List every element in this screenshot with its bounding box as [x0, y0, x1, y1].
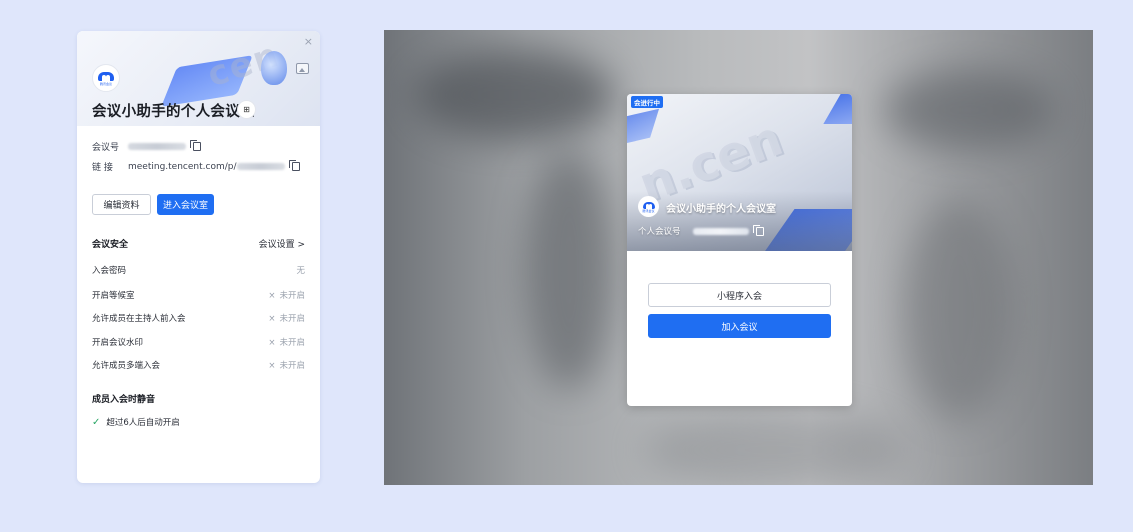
copy-icon[interactable] — [190, 140, 201, 151]
setting-status-text: 未开启 — [279, 338, 305, 348]
setting-row: 开启等候室 × 未开启 — [92, 289, 305, 301]
background-blur — [524, 150, 614, 390]
image-icon[interactable] — [296, 63, 309, 74]
mute-option-row: ✓ 超过6人后自动开启 — [92, 416, 180, 429]
join-meeting-button[interactable]: 加入会议 — [648, 314, 831, 338]
setting-label: 允许成员在主持人前入会 — [92, 314, 186, 324]
close-icon: × — [268, 338, 276, 348]
meeting-settings-link[interactable]: 会议设置 > — [259, 237, 305, 250]
meeting-link-redacted — [236, 163, 285, 170]
copy-icon[interactable] — [752, 224, 764, 236]
qr-code-button[interactable]: ⊞ — [237, 100, 256, 119]
setting-row: 开启会议水印 × 未开启 — [92, 336, 305, 348]
background-blur — [904, 200, 1014, 420]
status-badge: 会进行中 — [631, 96, 663, 108]
logo-caption: 腾讯会议 — [99, 82, 112, 86]
setting-label: 开启等候室 — [92, 291, 135, 301]
meeting-link-row: 链 接 meeting.tencent.com/p/ — [92, 160, 300, 173]
setting-status-text: 未开启 — [279, 291, 305, 301]
meeting-room-preview: n.cen 会进行中 腾讯会议 会议小助手的个人会议室 个人会议号 小程序入会 … — [384, 30, 1093, 485]
security-section-title: 会议安全 — [92, 240, 129, 250]
setting-row: 入会密码 无 — [92, 264, 305, 276]
close-icon: × — [268, 291, 276, 301]
copy-icon[interactable] — [288, 160, 300, 171]
meeting-room-panel: cen × 腾讯会议 会议小助手的个人会议室 ⊞ 会议号 链 接 meeting… — [77, 31, 320, 483]
meeting-link-value[interactable]: meeting.tencent.com/p/ — [128, 162, 237, 172]
meeting-id-value-redacted — [128, 143, 186, 150]
banner-orb — [261, 51, 287, 85]
setting-row: 允许成员多端入会 × 未开启 — [92, 359, 305, 371]
mute-section-title: 成员入会时静音 — [92, 395, 156, 405]
banner-decoration — [627, 108, 660, 150]
close-icon: × — [268, 314, 276, 324]
tencent-meeting-logo-icon — [642, 201, 655, 209]
meeting-id-label: 会议号 — [92, 143, 120, 153]
logo-caption: 腾讯会议 — [642, 208, 655, 213]
preview-card: n.cen 会进行中 腾讯会议 会议小助手的个人会议室 个人会议号 小程序入会 … — [627, 94, 852, 406]
setting-status-text: 未开启 — [279, 314, 305, 324]
setting-label: 开启会议水印 — [92, 338, 144, 348]
setting-status-text: 无 — [296, 266, 305, 276]
background-blur — [884, 70, 1054, 150]
check-icon: ✓ — [92, 416, 101, 428]
personal-meeting-id-row: 个人会议号 — [638, 224, 764, 237]
background-blur — [414, 50, 614, 140]
miniprogram-join-button[interactable]: 小程序入会 — [648, 283, 831, 307]
edit-profile-button[interactable]: 编辑资料 — [92, 194, 151, 215]
personal-meeting-id-redacted — [692, 227, 749, 235]
meeting-id-row: 会议号 — [92, 140, 201, 153]
banner-decoration — [823, 94, 852, 124]
preview-card-title: 会议小助手的个人会议室 — [666, 204, 776, 215]
setting-label: 入会密码 — [92, 266, 127, 276]
setting-status: × 未开启 — [268, 359, 305, 371]
setting-status: × 未开启 — [268, 336, 305, 348]
setting-status: 无 — [296, 264, 305, 276]
tencent-meeting-logo-icon — [98, 72, 114, 81]
setting-status: × 未开启 — [268, 312, 305, 324]
background-blur — [644, 410, 904, 485]
meeting-link-label: 链 接 — [92, 163, 113, 173]
close-icon[interactable]: × — [304, 36, 313, 47]
setting-status: × 未开启 — [268, 289, 305, 301]
setting-status-text: 未开启 — [279, 361, 305, 371]
qr-code-icon: ⊞ — [243, 104, 250, 114]
enter-meeting-room-button[interactable]: 进入会议室 — [157, 194, 214, 215]
mute-option-label: 超过6人后自动开启 — [106, 418, 180, 428]
page-title: 会议小助手的个人会议室 — [92, 104, 255, 120]
close-icon: × — [268, 361, 276, 371]
avatar: 腾讯会议 — [92, 64, 120, 92]
setting-row: 允许成员在主持人前入会 × 未开启 — [92, 312, 305, 324]
personal-meeting-id-label: 个人会议号 — [638, 227, 681, 237]
setting-label: 允许成员多端入会 — [92, 361, 161, 371]
avatar: 腾讯会议 — [638, 196, 659, 217]
